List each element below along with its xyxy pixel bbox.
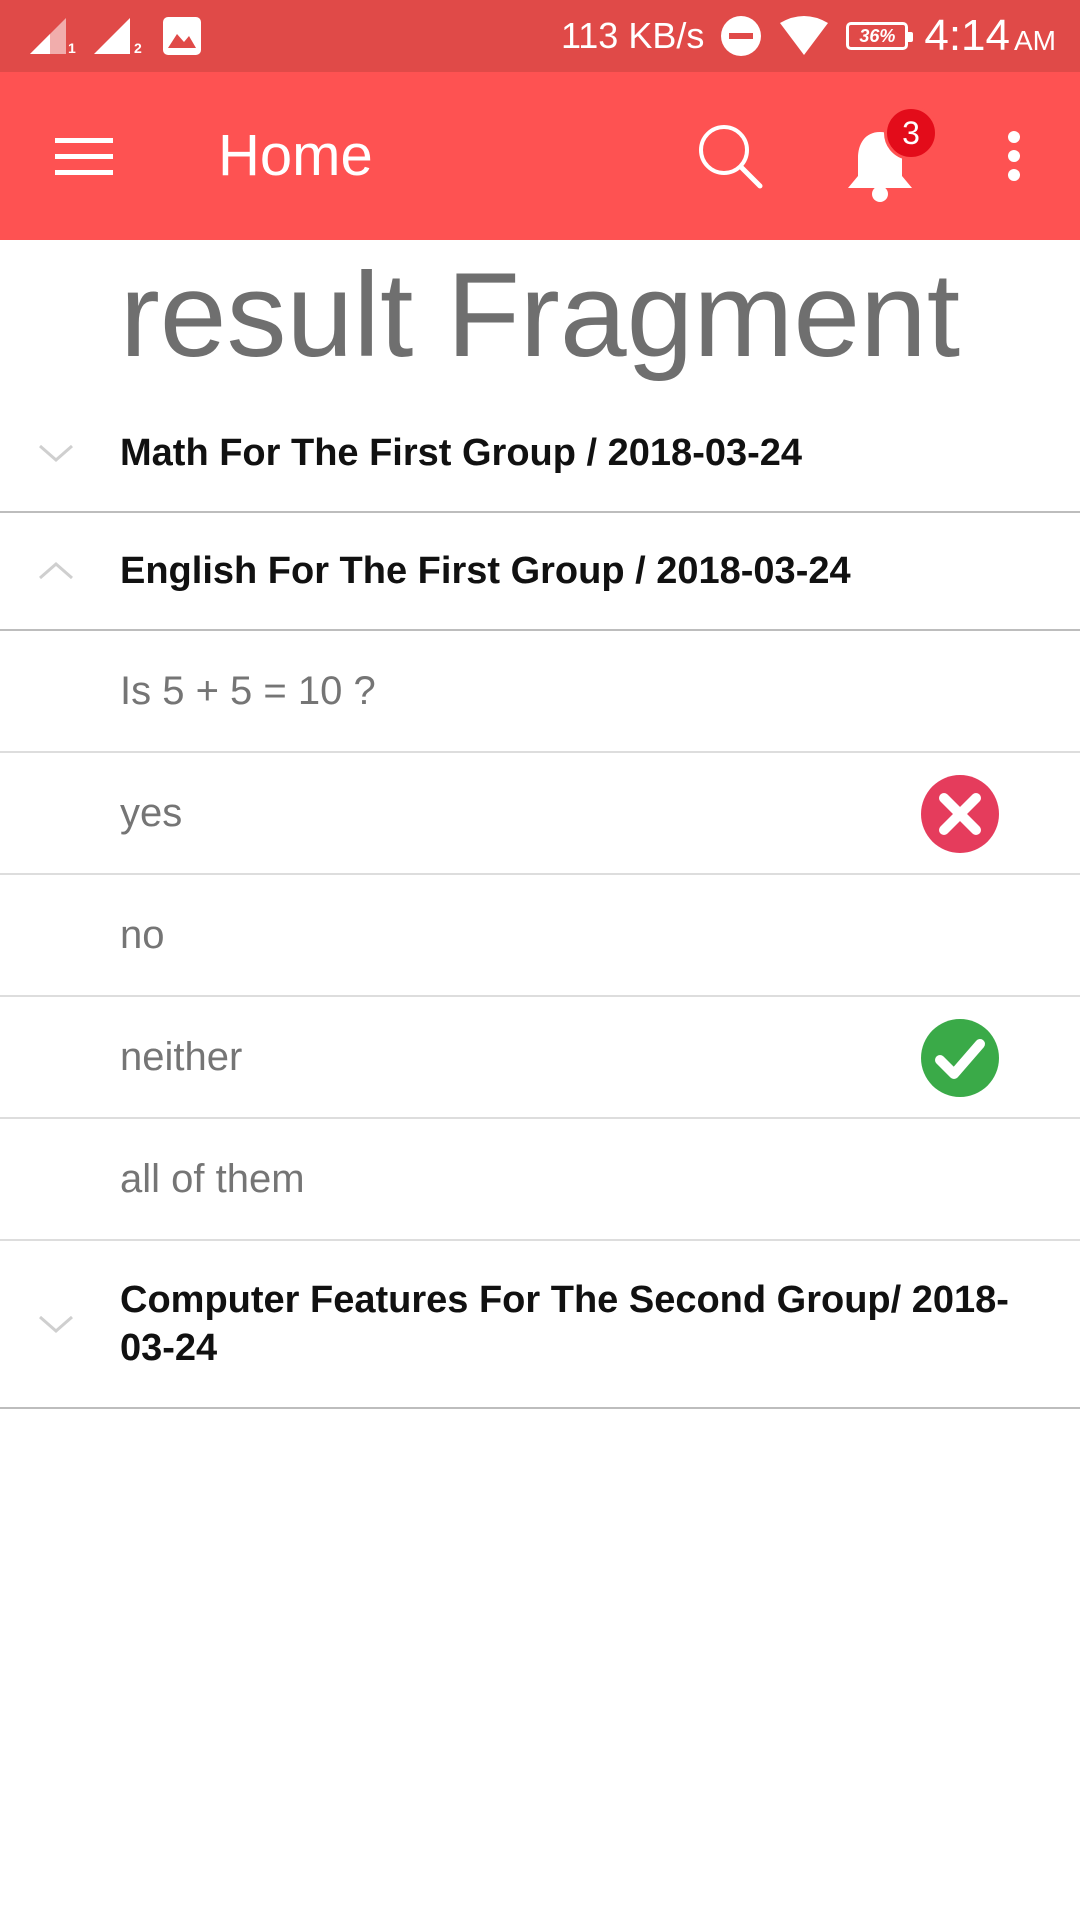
group-title: English For The First Group / 2018-03-24	[120, 550, 851, 592]
wrong-icon	[921, 775, 999, 853]
group-header-math[interactable]: Math For The First Group / 2018-03-24	[0, 395, 1080, 513]
result-list: Math For The First Group / 2018-03-24 En…	[0, 395, 1080, 1409]
answer-row[interactable]: no	[0, 875, 1080, 997]
chevron-down-icon	[39, 1315, 73, 1333]
search-icon	[699, 125, 763, 189]
answer-text: all of them	[120, 1156, 305, 1201]
battery-icon: 36%	[846, 22, 914, 50]
network-speed: 113 KB/s	[560, 15, 705, 56]
group-header-computer[interactable]: Computer Features For The Second Group/ …	[0, 1241, 1080, 1409]
signal-icon: 1	[28, 16, 78, 56]
dnd-icon	[720, 15, 762, 57]
notifications-button[interactable]: 3	[832, 106, 940, 206]
correct-icon	[921, 1019, 999, 1097]
chevron-down-icon	[39, 444, 73, 462]
signal-icon: 2	[92, 16, 148, 56]
status-left: 1 2	[28, 14, 202, 58]
menu-icon	[55, 138, 113, 175]
question-row: Is 5 + 5 = 10 ?	[0, 631, 1080, 753]
answer-text: neither	[120, 1034, 243, 1079]
more-options-button[interactable]	[984, 122, 1044, 190]
more-vert-icon	[1008, 131, 1020, 181]
gallery-icon	[162, 16, 202, 56]
answer-text: yes	[120, 790, 183, 835]
menu-button[interactable]	[42, 122, 126, 190]
clock-time: 4:14	[924, 11, 1010, 60]
group-title: Computer Features For The Second Group/ …	[120, 1279, 1009, 1369]
search-button[interactable]	[686, 112, 774, 200]
battery-level: 36%	[859, 25, 896, 46]
answer-row[interactable]: yes	[0, 753, 1080, 875]
clock-ampm: AM	[1014, 25, 1056, 56]
status-right: 113 KB/s 36% 4:14 AM	[561, 0, 1056, 72]
group-title: Math For The First Group / 2018-03-24	[120, 432, 803, 474]
answer-row[interactable]: neither	[0, 997, 1080, 1119]
sim2-label: 2	[134, 40, 142, 56]
notification-badge: 3	[884, 106, 938, 160]
clock: 4:14 AM	[924, 11, 1056, 61]
question-text: Is 5 + 5 = 10 ?	[120, 668, 376, 713]
app-title: Home	[218, 123, 373, 188]
answer-row[interactable]: all of them	[0, 1119, 1080, 1241]
app-bar: Home 3	[0, 72, 1080, 240]
status-bar: 1 2 113 KB/s 36% 4:14 AM	[0, 0, 1080, 72]
wifi-icon	[778, 15, 830, 57]
group-header-english[interactable]: English For The First Group / 2018-03-24	[0, 513, 1080, 631]
chevron-up-icon	[39, 562, 73, 580]
page-heading: result Fragment	[119, 248, 961, 382]
sim1-label: 1	[68, 40, 76, 56]
answer-text: no	[120, 912, 165, 957]
